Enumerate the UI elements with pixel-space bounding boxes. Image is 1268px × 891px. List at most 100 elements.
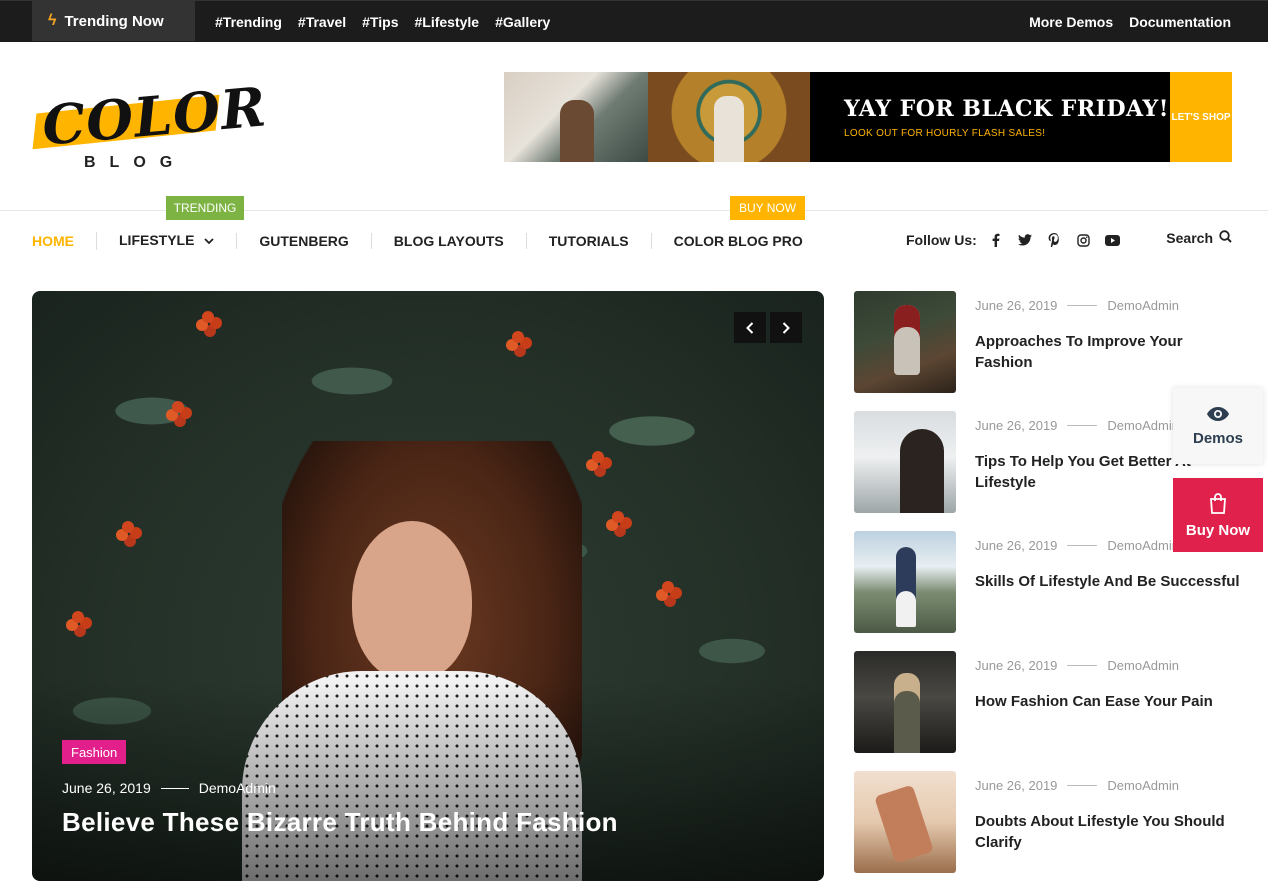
hero-date: June 26, 2019 [62,780,151,796]
search-icon [1219,230,1232,246]
hero-berries [172,401,184,413]
hero-title[interactable]: Believe These Bizarre Truth Behind Fashi… [62,807,618,838]
nav-item-gutenberg[interactable]: GUTENBERG [236,233,370,249]
search-link[interactable]: Search [1166,226,1232,250]
post-date: June 26, 2019 [975,538,1058,553]
tag-lifestyle[interactable]: #Lifestyle [414,14,479,30]
meta-separator [1067,545,1098,546]
post-meta: June 26, 2019 DemoAdmin [975,418,1179,433]
facebook-icon[interactable] [989,233,1004,248]
hero-berries [662,581,674,593]
post-thumbnail[interactable] [854,771,956,873]
lightning-icon: ϟ [48,12,57,29]
buy-now-badge: BUY NOW [730,196,805,220]
slider-next-button[interactable] [770,312,802,343]
hero-author[interactable]: DemoAdmin [199,780,276,796]
post-thumbnail[interactable] [854,531,956,633]
meta-separator [1067,305,1098,306]
nav-item-lifestyle-label: LIFESTYLE [119,232,195,248]
slider-prev-button[interactable] [734,312,766,343]
chevron-down-icon [204,236,214,248]
logo-subtitle: BLOG [84,154,187,171]
hero-berries [72,611,84,623]
tag-gallery[interactable]: #Gallery [495,14,550,30]
tag-trending[interactable]: #Trending [215,14,282,30]
hero-berries [122,521,134,533]
meta-separator [160,787,189,789]
main-nav: HOME LIFESTYLE GUTENBERG BLOG LAYOUTS TU… [32,226,825,256]
banner-photo-man [504,72,648,162]
post-title[interactable]: Doubts About Lifestyle You Should Clarif… [975,811,1240,853]
post-author[interactable]: DemoAdmin [1107,418,1179,433]
chevron-left-icon [746,321,754,334]
demos-widget-button[interactable]: Demos [1173,388,1263,464]
documentation-link[interactable]: Documentation [1129,14,1231,30]
post-author[interactable]: DemoAdmin [1107,778,1179,793]
post-thumbnail[interactable] [854,291,956,393]
hero-slide[interactable]: Fashion June 26, 2019 DemoAdmin Believe … [32,291,824,881]
instagram-icon[interactable] [1076,233,1091,248]
post-title[interactable]: Approaches To Improve Your Fashion [975,331,1240,373]
demos-label: Demos [1192,429,1244,447]
site-logo[interactable]: COLOR BLOG [32,74,269,178]
category-badge-fashion[interactable]: Fashion [62,740,127,764]
trending-badge: TRENDING [166,196,244,220]
post-thumbnail[interactable] [854,411,956,513]
tag-tips[interactable]: #Tips [362,14,398,30]
list-item: June 26, 2019 DemoAdmin Doubts About Lif… [854,771,1244,891]
hero-woman-face [352,521,472,681]
hero-berries [512,331,524,343]
banner-photo-woman [648,72,810,162]
buy-now-widget-button[interactable]: Buy Now [1173,478,1263,552]
post-date: June 26, 2019 [975,418,1058,433]
twitter-icon[interactable] [1018,233,1033,248]
post-author[interactable]: DemoAdmin [1107,298,1179,313]
follow-us: Follow Us: [906,226,1120,254]
trending-now-box: ϟ Trending Now [32,1,195,41]
nav-item-tutorials[interactable]: TUTORIALS [525,233,651,249]
chevron-right-icon [782,321,790,334]
nav-item-home[interactable]: HOME [32,233,96,249]
trending-now-label: Trending Now [64,12,164,30]
meta-separator [1067,665,1098,666]
banner-headline: YAY FOR BLACK FRIDAY! [844,95,1169,122]
black-friday-banner[interactable]: YAY FOR BLACK FRIDAY! LOOK OUT FOR HOURL… [504,72,1232,162]
banner-subline: LOOK OUT FOR HOURLY FLASH SALES! [844,127,1046,139]
more-demos-link[interactable]: More Demos [1029,14,1113,30]
hero-berries [202,311,214,323]
meta-separator [1067,425,1098,426]
list-item: June 26, 2019 DemoAdmin How Fashion Can … [854,651,1244,771]
recent-posts: June 26, 2019 DemoAdmin Approaches To Im… [854,291,1244,891]
nav-item-lifestyle[interactable]: LIFESTYLE [96,232,236,250]
lets-shop-button[interactable]: LET'S SHOP [1170,72,1232,162]
pinterest-icon[interactable] [1047,233,1062,248]
trending-tags: #Trending #Travel #Tips #Lifestyle #Gall… [215,1,550,43]
search-label: Search [1166,230,1213,246]
nav-item-color-blog-pro[interactable]: COLOR BLOG PRO [650,233,825,249]
nav-item-blog-layouts[interactable]: BLOG LAYOUTS [370,233,526,249]
post-meta: June 26, 2019 DemoAdmin [975,298,1179,313]
post-thumbnail[interactable] [854,651,956,753]
post-title[interactable]: How Fashion Can Ease Your Pain [975,691,1240,712]
meta-separator [1067,785,1098,786]
hero-berries [592,451,604,463]
buy-now-label: Buy Now [1185,521,1251,539]
post-author[interactable]: DemoAdmin [1107,538,1179,553]
banner-text: YAY FOR BLACK FRIDAY! LOOK OUT FOR HOURL… [810,72,1170,162]
post-date: June 26, 2019 [975,778,1058,793]
youtube-icon[interactable] [1104,233,1120,248]
tag-travel[interactable]: #Travel [298,14,346,30]
post-meta: June 26, 2019 DemoAdmin [975,658,1179,673]
post-date: June 26, 2019 [975,298,1058,313]
hero-meta: June 26, 2019 DemoAdmin [62,780,276,796]
logo-word: COLOR [39,74,270,158]
post-meta: June 26, 2019 DemoAdmin [975,778,1179,793]
top-bar: ϟ Trending Now #Trending #Travel #Tips #… [0,0,1268,42]
post-meta: June 26, 2019 DemoAdmin [975,538,1179,553]
eye-icon [1207,406,1229,421]
post-date: June 26, 2019 [975,658,1058,673]
hero-berries [612,511,624,523]
shopping-bag-icon [1210,492,1226,514]
post-title[interactable]: Skills Of Lifestyle And Be Successful [975,571,1240,592]
post-author[interactable]: DemoAdmin [1107,658,1179,673]
